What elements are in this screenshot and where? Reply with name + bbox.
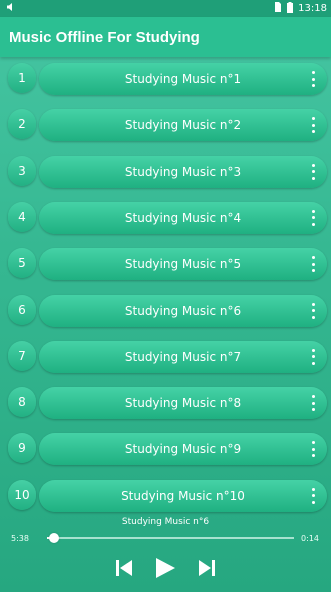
track-number-button[interactable]: 6 <box>8 294 36 325</box>
more-options-icon[interactable] <box>307 441 319 458</box>
current-time: 5:38 <box>11 534 29 543</box>
track-number-button[interactable]: 8 <box>8 387 36 418</box>
more-options-icon[interactable] <box>307 302 319 319</box>
volume-icon <box>6 2 16 15</box>
track-play-button[interactable]: Studying Music n°2 <box>39 109 327 142</box>
track-row: 8 Studying Music n°8 <box>0 387 331 420</box>
track-title: Studying Music n°6 <box>124 303 242 318</box>
previous-icon <box>115 559 133 577</box>
track-play-button[interactable]: Studying Music n°4 <box>39 201 327 234</box>
seek-bar[interactable] <box>47 537 294 539</box>
previous-button[interactable] <box>114 556 134 580</box>
track-number-button[interactable]: 4 <box>8 201 36 232</box>
track-title: Studying Music n°9 <box>124 442 242 457</box>
track-play-button[interactable]: Studying Music n°6 <box>39 294 327 327</box>
seek-thumb[interactable] <box>49 533 60 543</box>
track-row: 3 Studying Music n°3 <box>0 155 331 188</box>
track-title: Studying Music n°5 <box>124 257 242 272</box>
battery-icon <box>287 1 294 16</box>
track-play-button[interactable]: Studying Music n°3 <box>39 155 327 188</box>
track-play-button[interactable]: Studying Music n°9 <box>39 433 327 466</box>
track-row: 1 Studying Music n°1 <box>0 63 331 95</box>
more-options-icon[interactable] <box>307 256 319 273</box>
track-play-button[interactable]: Studying Music n°7 <box>39 340 327 373</box>
next-button[interactable] <box>197 556 217 580</box>
track-row: 2 Studying Music n°2 <box>0 109 331 142</box>
track-row: 5 Studying Music n°5 <box>0 248 331 281</box>
play-button[interactable] <box>153 556 177 580</box>
track-number-button[interactable]: 7 <box>8 340 36 371</box>
track-play-button[interactable]: Studying Music n°5 <box>39 248 327 281</box>
track-title: Studying Music n°1 <box>124 72 242 86</box>
track-play-button[interactable]: Studying Music n°10 <box>39 479 327 512</box>
track-title: Studying Music n°10 <box>121 488 245 503</box>
more-options-icon[interactable] <box>307 71 319 87</box>
track-title: Studying Music n°8 <box>124 396 242 411</box>
status-time: 13:18 <box>298 3 327 14</box>
more-options-icon[interactable] <box>307 117 319 134</box>
app-bar: Music Offline For Studying <box>0 17 331 57</box>
track-row: 6 Studying Music n°6 <box>0 294 331 327</box>
now-playing-title: Studying Music n°6 <box>121 517 210 527</box>
track-number-button[interactable]: 1 <box>8 63 36 93</box>
more-options-icon[interactable] <box>307 348 319 365</box>
track-row: 10 Studying Music n°10 <box>0 479 331 512</box>
track-title: Studying Music n°2 <box>124 118 242 133</box>
track-number-button[interactable]: 3 <box>8 155 36 186</box>
total-time: 0:14 <box>301 534 319 543</box>
status-indicators: 13:18 <box>274 1 327 16</box>
more-options-icon[interactable] <box>307 395 319 412</box>
more-options-icon[interactable] <box>307 487 319 504</box>
more-options-icon[interactable] <box>307 163 319 180</box>
track-row: 4 Studying Music n°4 <box>0 201 331 234</box>
play-icon <box>154 557 176 579</box>
track-number-button[interactable]: 2 <box>8 109 36 140</box>
next-icon <box>198 559 216 577</box>
track-number-button[interactable]: 9 <box>8 433 36 464</box>
track-row: 7 Studying Music n°7 <box>0 340 331 373</box>
status-bar: 13:18 <box>0 0 331 17</box>
track-number-button[interactable]: 10 <box>8 479 36 510</box>
track-play-button[interactable]: Studying Music n°8 <box>39 387 327 420</box>
track-row: 9 Studying Music n°9 <box>0 433 331 466</box>
track-title: Studying Music n°3 <box>124 164 242 179</box>
app-title: Music Offline For Studying <box>9 28 200 46</box>
track-number-button[interactable]: 5 <box>8 248 36 279</box>
sim-icon <box>274 2 282 15</box>
track-title: Studying Music n°7 <box>124 349 242 364</box>
track-title: Studying Music n°4 <box>124 210 242 225</box>
track-play-button[interactable]: Studying Music n°1 <box>39 63 327 95</box>
more-options-icon[interactable] <box>307 209 319 226</box>
